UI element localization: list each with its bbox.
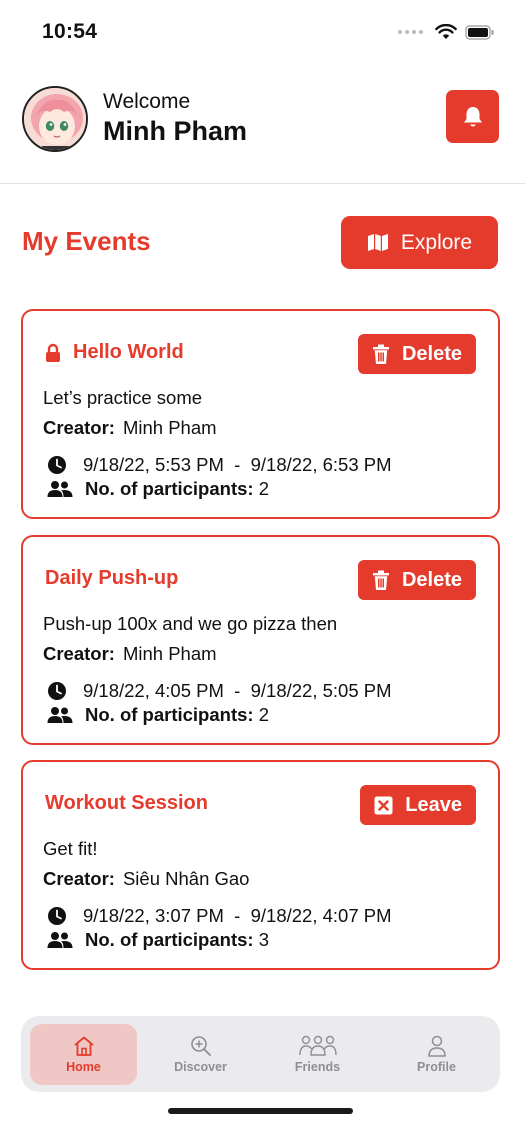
- avatar[interactable]: [22, 86, 88, 152]
- discover-icon: [190, 1036, 211, 1056]
- event-creator: Creator: Minh Pham: [43, 643, 217, 665]
- tab-discover[interactable]: Discover: [147, 1024, 254, 1085]
- event-participants: No. of participants: 3: [47, 929, 269, 951]
- event-title-row: Hello World: [45, 341, 184, 364]
- avatar-illustration: [24, 88, 86, 150]
- event-participants: No. of participants: 2: [47, 704, 269, 726]
- creator-label: Creator:: [43, 643, 115, 664]
- tab-bar: Home Discover Friends Profile: [21, 1016, 500, 1092]
- event-description: Get fit!: [43, 838, 98, 859]
- trash-icon: [372, 344, 389, 364]
- delete-button[interactable]: Delete: [357, 560, 476, 600]
- welcome-text: Welcome: [103, 90, 191, 113]
- users-icon: [47, 481, 73, 497]
- creator-label: Creator:: [43, 868, 115, 889]
- bell-icon: [463, 106, 482, 126]
- notifications-button[interactable]: [446, 90, 499, 143]
- event-time-range: 9/18/22, 4:05 PM - 9/18/22, 5:05 PM: [83, 680, 392, 701]
- trash-icon: [372, 570, 389, 590]
- participants-label: No. of participants:: [85, 478, 254, 499]
- explore-button[interactable]: Explore: [341, 216, 498, 269]
- event-time: 9/18/22, 4:05 PM - 9/18/22, 5:05 PM: [47, 680, 392, 702]
- participants-label: No. of participants:: [85, 929, 254, 950]
- friends-icon: [298, 1035, 337, 1056]
- status-icons: [398, 24, 495, 40]
- event-title: Workout Session: [45, 792, 208, 814]
- event-time-range: 9/18/22, 5:53 PM - 9/18/22, 6:53 PM: [83, 454, 392, 475]
- delete-button[interactable]: Delete: [357, 334, 476, 374]
- participants-count: 2: [258, 478, 269, 499]
- close-square-icon: [374, 796, 393, 814]
- battery-icon: [465, 24, 494, 40]
- explore-label: Explore: [400, 230, 473, 254]
- event-time: 9/18/22, 3:07 PM - 9/18/22, 4:07 PM: [47, 905, 392, 927]
- clock-icon: [48, 456, 66, 474]
- creator-name: Minh Pham: [122, 643, 217, 664]
- tab-home-label: Home: [66, 1060, 101, 1074]
- event-creator: Creator: Siêu Nhân Gao: [43, 868, 249, 890]
- lock-icon: [46, 343, 60, 362]
- event-title: Hello World: [73, 341, 184, 363]
- section-title: My Events: [22, 226, 151, 256]
- delete-label: Delete: [401, 568, 462, 591]
- map-icon: [367, 234, 388, 251]
- wifi-icon: [435, 24, 457, 39]
- event-title-row: Daily Push-up: [45, 567, 178, 590]
- participants-count: 2: [258, 704, 269, 725]
- users-icon: [47, 707, 73, 723]
- event-card[interactable]: Daily Push-up Delete Push-up 100x and we…: [21, 535, 500, 745]
- signal-icon: [398, 30, 423, 34]
- participants-label: No. of participants:: [85, 704, 254, 725]
- clock-icon: [48, 907, 66, 925]
- clock-icon: [48, 682, 66, 700]
- tab-friends[interactable]: Friends: [264, 1024, 371, 1085]
- event-time: 9/18/22, 5:53 PM - 9/18/22, 6:53 PM: [47, 454, 392, 476]
- creator-name: Siêu Nhân Gao: [122, 868, 250, 889]
- event-card[interactable]: Hello World Delete Let’s practice some C…: [21, 309, 500, 519]
- tab-discover-label: Discover: [174, 1060, 227, 1074]
- creator-name: Minh Pham: [122, 417, 217, 438]
- tab-home[interactable]: Home: [30, 1024, 137, 1085]
- home-indicator: [168, 1108, 353, 1114]
- event-title-row: Workout Session: [45, 792, 208, 815]
- event-description: Let’s practice some: [43, 387, 203, 408]
- users-icon: [47, 932, 73, 948]
- leave-label: Leave: [405, 793, 462, 816]
- participants-count: 3: [258, 929, 269, 950]
- tab-profile[interactable]: Profile: [383, 1024, 490, 1085]
- profile-icon: [427, 1035, 446, 1057]
- event-participants: No. of participants: 2: [47, 478, 269, 500]
- event-description: Push-up 100x and we go pizza then: [43, 613, 338, 634]
- tab-profile-label: Profile: [417, 1060, 456, 1074]
- home-icon: [73, 1036, 94, 1056]
- user-name: Minh Pham: [103, 116, 248, 146]
- status-bar: 10:54: [0, 0, 525, 60]
- creator-label: Creator:: [43, 417, 115, 438]
- event-time-range: 9/18/22, 3:07 PM - 9/18/22, 4:07 PM: [83, 905, 392, 926]
- delete-label: Delete: [401, 342, 462, 365]
- event-title: Daily Push-up: [45, 567, 179, 589]
- header: Welcome Minh Pham: [0, 80, 525, 184]
- status-time: 10:54: [42, 20, 98, 43]
- leave-button[interactable]: Leave: [360, 785, 476, 825]
- tab-friends-label: Friends: [294, 1060, 341, 1074]
- event-card[interactable]: Workout Session Leave Get fit! Creator: S…: [21, 760, 500, 970]
- event-creator: Creator: Minh Pham: [43, 417, 217, 439]
